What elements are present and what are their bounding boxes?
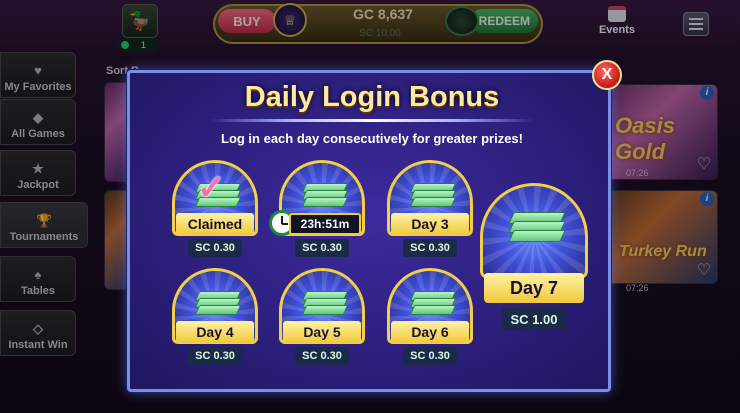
bonus-day-4: Day 4 SC 0.30 [172,268,258,366]
day-label: Day 6 [391,321,469,343]
bonus-badge [480,183,588,279]
bonus-day-2: 23h:51m SC 0.30 [269,160,365,258]
cash-stack-icon [508,212,566,244]
dialog-title: Daily Login Bonus [244,81,500,113]
day-label: Day 5 [283,321,361,343]
cash-stack-icon [409,183,457,209]
title-glow-divider [210,119,534,122]
bonus-day-3: Day 3 SC 0.30 [387,160,473,258]
day-reward: SC 0.30 [188,239,242,257]
day-label: Claimed [176,213,254,235]
day-label: Day 4 [176,321,254,343]
bonus-day-5: Day 5 SC 0.30 [279,268,365,366]
bonus-day-7: Day 7 SC 1.00 [480,183,588,330]
app-root: 🦆 1 BUY ♕ GC 8,637 SC 10.00 REDEEM Event… [0,0,740,413]
bonus-day-1: ✓ Claimed SC 0.30 [172,160,258,258]
day-label: Day 3 [391,213,469,235]
day-label: Day 7 [484,273,584,303]
day-timer: 23h:51m [289,213,361,235]
cash-stack-icon [194,291,242,317]
day-reward: SC 0.30 [403,239,457,257]
day-reward: SC 1.00 [502,308,566,330]
day-reward: SC 0.30 [295,347,349,365]
checkmark-icon: ✓ [197,169,226,207]
bonus-day-6: Day 6 SC 0.30 [387,268,473,366]
close-button[interactable]: X [592,60,622,90]
cash-stack-icon [301,183,349,209]
day-reward: SC 0.30 [188,347,242,365]
day-reward: SC 0.30 [403,347,457,365]
day-reward: SC 0.30 [295,239,349,257]
cash-stack-icon [409,291,457,317]
dialog-subtitle: Log in each day consecutively for greate… [221,131,523,146]
cash-stack-icon [301,291,349,317]
